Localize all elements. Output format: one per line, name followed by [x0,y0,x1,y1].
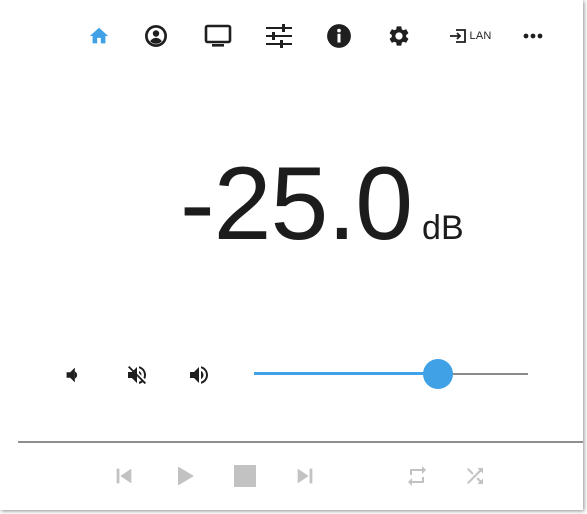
volume-slider-thumb[interactable] [422,359,453,389]
nav-equalizer-button[interactable] [263,20,295,52]
monitor-icon [204,24,232,47]
volume-readout: -25.0 dB [180,152,464,262]
shuffle-button[interactable] [460,461,490,491]
volume-up-button[interactable] [186,362,212,388]
volume-down-icon [66,367,78,383]
info-icon [327,24,351,48]
previous-button[interactable] [109,461,139,491]
shuffle-icon [467,468,483,484]
play-icon [178,466,194,486]
nav-account-button[interactable] [141,20,171,52]
nav-more-button[interactable] [518,20,548,52]
volume-value: -25.0 [180,146,413,262]
nav-display-button[interactable] [202,20,234,52]
top-nav: LAN [80,20,550,52]
nav-home-button[interactable] [84,20,114,52]
volume-slider-fill [254,372,438,375]
nav-settings-button[interactable] [384,20,414,52]
volume-slider[interactable] [250,358,532,390]
tune-icon [266,24,292,48]
more-horizontal-icon [523,33,543,39]
volume-down-button[interactable] [60,362,86,388]
input-source-label: LAN [469,30,492,42]
skip-next-icon [297,468,313,484]
account-circle-icon [145,25,167,47]
volume-up-icon [190,366,208,384]
stop-button[interactable] [230,461,260,491]
skip-previous-icon [116,468,132,484]
repeat-icon [408,466,426,486]
home-icon [89,27,109,44]
stop-icon [234,465,256,487]
nav-info-button[interactable] [324,20,354,52]
input-icon [449,29,466,43]
player-panel: LAN -25.0 dB [0,0,583,510]
play-button[interactable] [170,461,200,491]
nav-input-button[interactable]: LAN [442,20,498,52]
volume-unit: dB [422,209,464,247]
repeat-button[interactable] [402,461,432,491]
next-button[interactable] [290,461,320,491]
volume-mute-icon [128,366,146,385]
gear-icon [389,26,409,46]
mute-button[interactable] [124,362,150,388]
divider [18,441,583,443]
